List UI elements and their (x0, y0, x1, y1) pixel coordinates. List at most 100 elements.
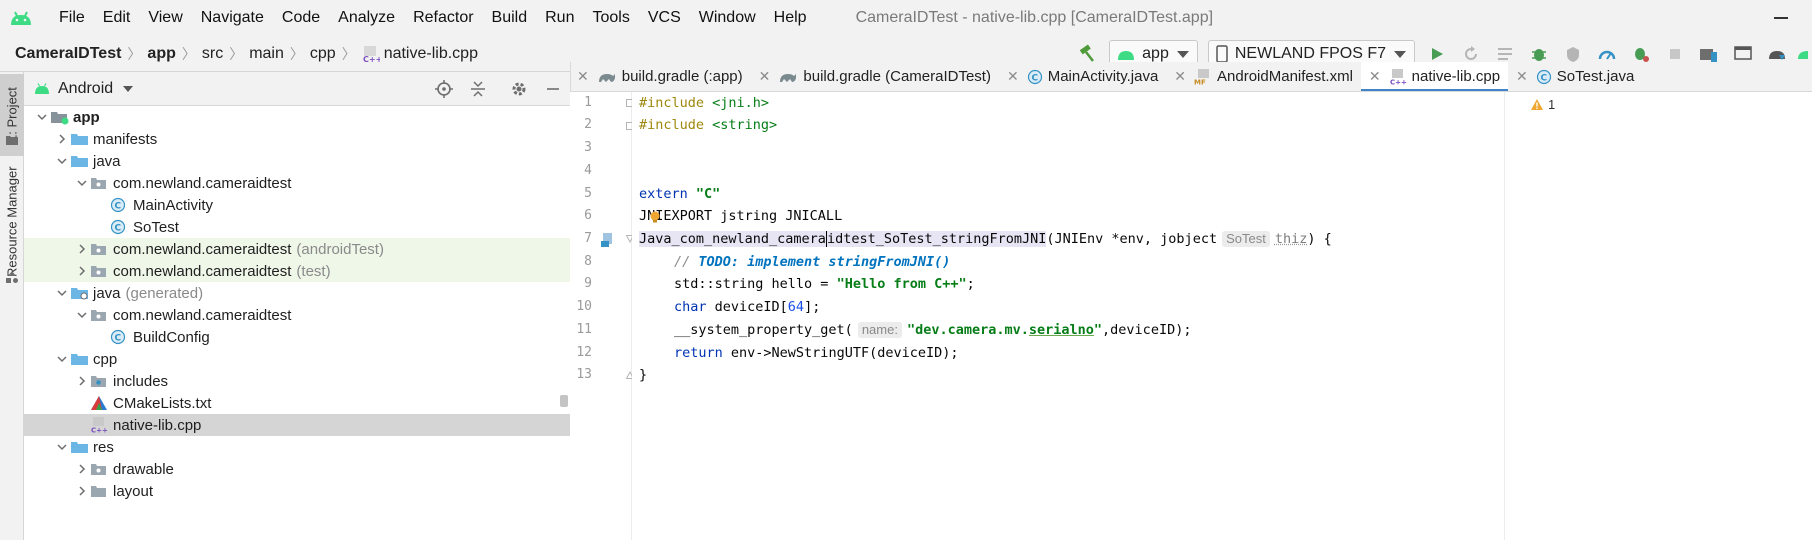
close-icon[interactable]: ✕ (1007, 68, 1019, 85)
tree-item-package-androidtest[interactable]: com.newland.cameraidtest (androidTest) (24, 238, 570, 260)
menu-window[interactable]: Window (690, 9, 765, 27)
tree-scrollbar-thumb[interactable] (560, 395, 568, 407)
tree-item-manifests[interactable]: manifests (24, 128, 570, 150)
close-icon[interactable]: ✕ (1174, 68, 1186, 85)
close-icon[interactable]: ✕ (1369, 68, 1381, 85)
bug-icon (1532, 49, 1546, 61)
close-icon[interactable]: ✕ (577, 68, 589, 85)
breadcrumb-project[interactable]: CameraIDTest (0, 45, 121, 63)
tree-item-java[interactable]: java (24, 150, 570, 172)
code-editor[interactable]: #include <jni.h> #include <string> exter… (632, 92, 1504, 540)
menu-file[interactable]: File (50, 9, 94, 27)
breadcrumb-separator-icon: 〉 (229, 45, 244, 62)
tab-androidmanifest-xml[interactable]: ✕ MF AndroidManifest.xml (1166, 62, 1361, 91)
keyword: return (674, 345, 731, 361)
navigate-to-declaration-icon[interactable] (600, 232, 616, 248)
tree-item-app[interactable]: app (24, 106, 570, 128)
menu-view[interactable]: View (139, 9, 191, 27)
menu-run[interactable]: Run (536, 9, 583, 27)
chevron-right-icon[interactable] (74, 241, 90, 257)
code-line-8: // TODO: implement stringFromJNI() (639, 251, 950, 273)
close-icon[interactable]: ✕ (1516, 68, 1528, 85)
breadcrumb-src[interactable]: src (196, 45, 223, 63)
menu-analyze[interactable]: Analyze (329, 9, 404, 27)
tree-item-sotest[interactable]: C SoTest (24, 216, 570, 238)
menu-edit[interactable]: Edit (94, 9, 140, 27)
tree-item-includes[interactable]: includes (24, 370, 570, 392)
cpp-file-icon: C++ (90, 417, 110, 433)
tree-item-layout[interactable]: layout (24, 480, 570, 502)
warning-count: 1 (1548, 97, 1556, 112)
class-icon: C (110, 197, 130, 213)
code-line-6: JNIEXPORT jstring JNICALL (639, 205, 842, 227)
tab-label: build.gradle (CameraIDTest) (803, 68, 991, 85)
tree-item-suffix: (generated) (125, 284, 204, 302)
chevron-down-icon[interactable] (123, 85, 134, 92)
chevron-right-icon[interactable] (54, 131, 70, 147)
chevron-down-icon[interactable] (54, 153, 70, 169)
breadcrumb-separator-icon: 〉 (127, 45, 142, 62)
string-literal-typo: serialno (1028, 322, 1094, 338)
close-icon[interactable]: ✕ (759, 68, 771, 85)
chevron-down-icon[interactable] (74, 307, 90, 323)
menu-build[interactable]: Build (483, 9, 537, 27)
tree-item-package-generated[interactable]: com.newland.cameraidtest (24, 304, 570, 326)
chevron-down-icon[interactable] (54, 439, 70, 455)
breadcrumb-cpp[interactable]: cpp (304, 45, 336, 63)
tree-item-package[interactable]: com.newland.cameraidtest (24, 172, 570, 194)
chevron-right-icon[interactable] (74, 461, 90, 477)
chevron-down-icon[interactable] (74, 175, 90, 191)
hide-panel-button[interactable] (539, 75, 567, 103)
tree-item-mainactivity[interactable]: C MainActivity (24, 194, 570, 216)
chevron-down-icon (1176, 50, 1189, 58)
tree-item-java-generated[interactable]: java (generated) (24, 282, 570, 304)
breadcrumb-file-label: native-lib.cpp (383, 44, 478, 62)
tree-item-label: java (93, 284, 121, 302)
chevron-right-icon[interactable] (74, 483, 90, 499)
chevron-down-icon[interactable] (54, 285, 70, 301)
chevron-down-icon[interactable] (34, 109, 50, 125)
tab-build-gradle-app[interactable]: ✕ build.gradle (:app) (571, 62, 751, 91)
tree-item-cmakelists[interactable]: CMakeLists.txt (24, 392, 570, 414)
menu-help[interactable]: Help (765, 9, 816, 27)
tree-item-cpp[interactable]: cpp (24, 348, 570, 370)
menu-tools[interactable]: Tools (583, 9, 638, 27)
select-opened-file-button[interactable] (430, 75, 458, 103)
tree-item-label: BuildConfig (133, 328, 210, 346)
tab-sotest-java[interactable]: ✕ C SoTest.java (1508, 62, 1642, 91)
android-download-icon (1769, 51, 1785, 60)
inspection-widget[interactable]: 1 (1530, 97, 1555, 112)
breadcrumb-module[interactable]: app (141, 45, 175, 63)
tab-label: native-lib.cpp (1411, 68, 1501, 85)
tree-item-package-test[interactable]: com.newland.cameraidtest (test) (24, 260, 570, 282)
minimize-window-button[interactable] (1774, 17, 1788, 19)
menu-code[interactable]: Code (273, 9, 329, 27)
tab-build-gradle-project[interactable]: ✕ build.gradle (CameraIDTest) (751, 62, 999, 91)
tree-item-res[interactable]: res (24, 436, 570, 458)
monitor-icon (1734, 46, 1752, 60)
menu-refactor[interactable]: Refactor (404, 9, 482, 27)
chevron-right-icon[interactable] (74, 373, 90, 389)
resource-manager-tool-tab[interactable]: Resource Manager (0, 162, 24, 282)
tab-native-lib-cpp[interactable]: ✕ C++ native-lib.cpp (1360, 62, 1509, 91)
include-header: <string> (712, 117, 778, 133)
chevron-right-icon[interactable] (74, 263, 90, 279)
breadcrumb-main[interactable]: main (243, 45, 284, 63)
project-settings-button[interactable] (505, 75, 533, 103)
code-text: ]; (804, 299, 821, 315)
tab-mainactivity-java[interactable]: ✕ C MainActivity.java (999, 62, 1166, 91)
package-icon (90, 263, 110, 279)
tree-item-buildconfig[interactable]: C BuildConfig (24, 326, 570, 348)
svg-text:C: C (115, 224, 122, 234)
chevron-down-icon[interactable] (54, 351, 70, 367)
menu-vcs[interactable]: VCS (639, 9, 690, 27)
collapse-all-button[interactable] (464, 75, 492, 103)
svg-text:C: C (1540, 73, 1547, 83)
tree-item-drawable[interactable]: drawable (24, 458, 570, 480)
project-view-mode-select[interactable]: Android (58, 80, 113, 98)
breadcrumb-file[interactable]: C++ native-lib.cpp (356, 45, 478, 63)
tree-item-native-lib-cpp[interactable]: C++ native-lib.cpp (24, 414, 570, 436)
intention-bulb-icon[interactable] (649, 211, 661, 223)
run-configuration-label: app (1142, 45, 1169, 62)
menu-navigate[interactable]: Navigate (192, 9, 273, 27)
